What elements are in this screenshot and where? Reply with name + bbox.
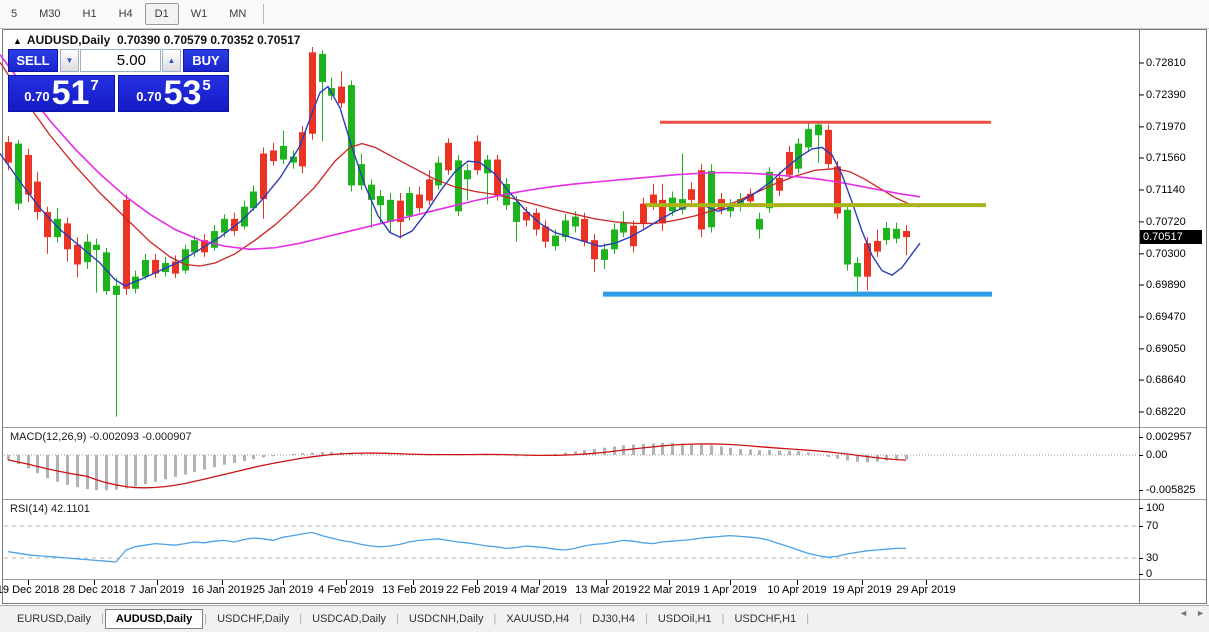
date-axis-label: 4 Feb 2019	[318, 584, 374, 596]
buy-big-figure: 0.70	[136, 89, 161, 104]
chevron-up-icon: ▲	[168, 56, 176, 65]
chart-tab-xauusd-h4[interactable]: XAUUSD,H4	[497, 610, 578, 628]
price-axis-label: 0.71970	[1146, 121, 1186, 133]
price-axis-label: 0.70300	[1146, 248, 1186, 260]
price-axis-label: 0.71560	[1146, 152, 1186, 164]
date-axis-label: 4 Mar 2019	[511, 584, 567, 596]
chart-symbol-label: AUDUSD,Daily	[27, 33, 110, 47]
tab-separator: |	[806, 613, 809, 625]
date-axis-label: 7 Jan 2019	[130, 584, 184, 596]
price-axis-label: 0.69470	[1146, 311, 1186, 323]
chart-tab-bar: EURUSD,Daily|AUDUSD,Daily|USDCHF,Daily|U…	[0, 605, 1209, 632]
rsi-label: RSI(14) 42.1101	[10, 503, 90, 515]
chart-title: ▲ AUDUSD,Daily 0.70390 0.70579 0.70352 0.…	[13, 33, 300, 47]
chart-tab-usdchf-h1[interactable]: USDCHF,H1	[725, 610, 805, 628]
scroll-tabs-left-button[interactable]: ◄	[1179, 608, 1188, 618]
date-axis-label: 25 Jan 2019	[253, 584, 314, 596]
macd-name: MACD(12,26,9)	[10, 431, 86, 443]
date-axis-label: 1 Apr 2019	[703, 584, 756, 596]
tab-separator: |	[396, 613, 399, 625]
tab-scroll-buttons: ◄ ►	[1179, 608, 1205, 618]
date-axis-label: 13 Mar 2019	[575, 584, 637, 596]
macd-axis-label: -0.005825	[1146, 484, 1196, 496]
price-axis-label: 0.71140	[1146, 184, 1185, 196]
chart-tab-usdoil-h1[interactable]: USDOil,H1	[649, 610, 721, 628]
date-axis-label: 13 Feb 2019	[382, 584, 444, 596]
date-axis-label: 19 Apr 2019	[832, 584, 891, 596]
rsi-name: RSI(14)	[10, 503, 48, 515]
current-price-badge: 0.70517	[1140, 230, 1202, 244]
buy-point: 5	[202, 77, 210, 94]
macd-axis-label: 0.002957	[1146, 431, 1192, 443]
price-axis-label: 0.72390	[1146, 89, 1186, 101]
rsi-value: 42.1101	[51, 503, 90, 515]
date-axis-label: 29 Apr 2019	[896, 584, 955, 596]
tab-separator: |	[645, 613, 648, 625]
chart-tab-usdcnh-daily[interactable]: USDCNH,Daily	[400, 610, 493, 628]
tab-separator: |	[493, 613, 496, 625]
volume-decrease-button[interactable]: ▼	[60, 49, 79, 72]
tab-separator: |	[101, 613, 104, 625]
price-axis-label: 0.68220	[1146, 406, 1186, 418]
chart-ohlc-values: 0.70390 0.70579 0.70352 0.70517	[117, 33, 301, 47]
date-axis-label: 10 Apr 2019	[767, 584, 826, 596]
sell-button[interactable]: SELL	[8, 49, 58, 72]
mt4-window: { "toolbar": {"timeframes": ["5","M30","…	[0, 0, 1209, 632]
sell-price-button[interactable]: 0.70517	[8, 75, 115, 112]
macd-axis-label: 0.00	[1146, 449, 1167, 461]
chart-tab-usdchf-daily[interactable]: USDCHF,Daily	[208, 610, 298, 628]
rsi-axis-label: 0	[1146, 568, 1152, 580]
volume-input[interactable]: 5.00	[80, 49, 161, 72]
chart-tab-dj30-h4[interactable]: DJ30,H4	[583, 610, 644, 628]
date-axis-label: 28 Dec 2018	[63, 584, 125, 596]
sell-big-figure: 0.70	[24, 89, 49, 104]
price-axis-label: 0.68640	[1146, 374, 1186, 386]
tab-separator: |	[299, 613, 302, 625]
buy-price-button[interactable]: 0.70535	[118, 75, 229, 112]
scroll-tabs-right-button[interactable]: ►	[1196, 608, 1205, 618]
rsi-axis-label: 100	[1146, 502, 1164, 514]
sell-pips: 51	[52, 78, 90, 108]
buy-pips: 53	[164, 78, 202, 108]
macd-values: -0.002093 -0.000907	[89, 431, 191, 443]
symbol-marker-icon: ▲	[13, 36, 22, 46]
tab-separator: |	[579, 613, 582, 625]
chart-tab-eurusd-daily[interactable]: EURUSD,Daily	[8, 610, 100, 628]
macd-label: MACD(12,26,9) -0.002093 -0.000907	[10, 431, 192, 443]
date-axis-label: 22 Feb 2019	[446, 584, 508, 596]
price-axis-label: 0.69890	[1146, 279, 1186, 291]
sell-point: 7	[90, 77, 98, 94]
price-axis-label: 0.69050	[1146, 343, 1186, 355]
price-axis-label: 0.70720	[1146, 216, 1186, 228]
chevron-down-icon: ▼	[66, 56, 74, 65]
buy-button[interactable]: BUY	[183, 49, 229, 72]
rsi-axis-label: 70	[1146, 520, 1158, 532]
chart-tab-usdcad-daily[interactable]: USDCAD,Daily	[303, 610, 395, 628]
one-click-trading-panel: SELL ▼ 5.00 ▲ BUY 0.70517 0.70535	[8, 49, 229, 112]
price-axis-label: 0.72810	[1146, 57, 1186, 69]
date-axis-label: 16 Jan 2019	[192, 584, 253, 596]
date-axis-label: 19 Dec 2018	[0, 584, 59, 596]
volume-increase-button[interactable]: ▲	[162, 49, 181, 72]
tab-separator: |	[204, 613, 207, 625]
rsi-axis-label: 30	[1146, 552, 1158, 564]
date-axis-label: 22 Mar 2019	[638, 584, 700, 596]
chart-tab-audusd-daily[interactable]: AUDUSD,Daily	[105, 609, 203, 629]
tab-separator: |	[722, 613, 725, 625]
